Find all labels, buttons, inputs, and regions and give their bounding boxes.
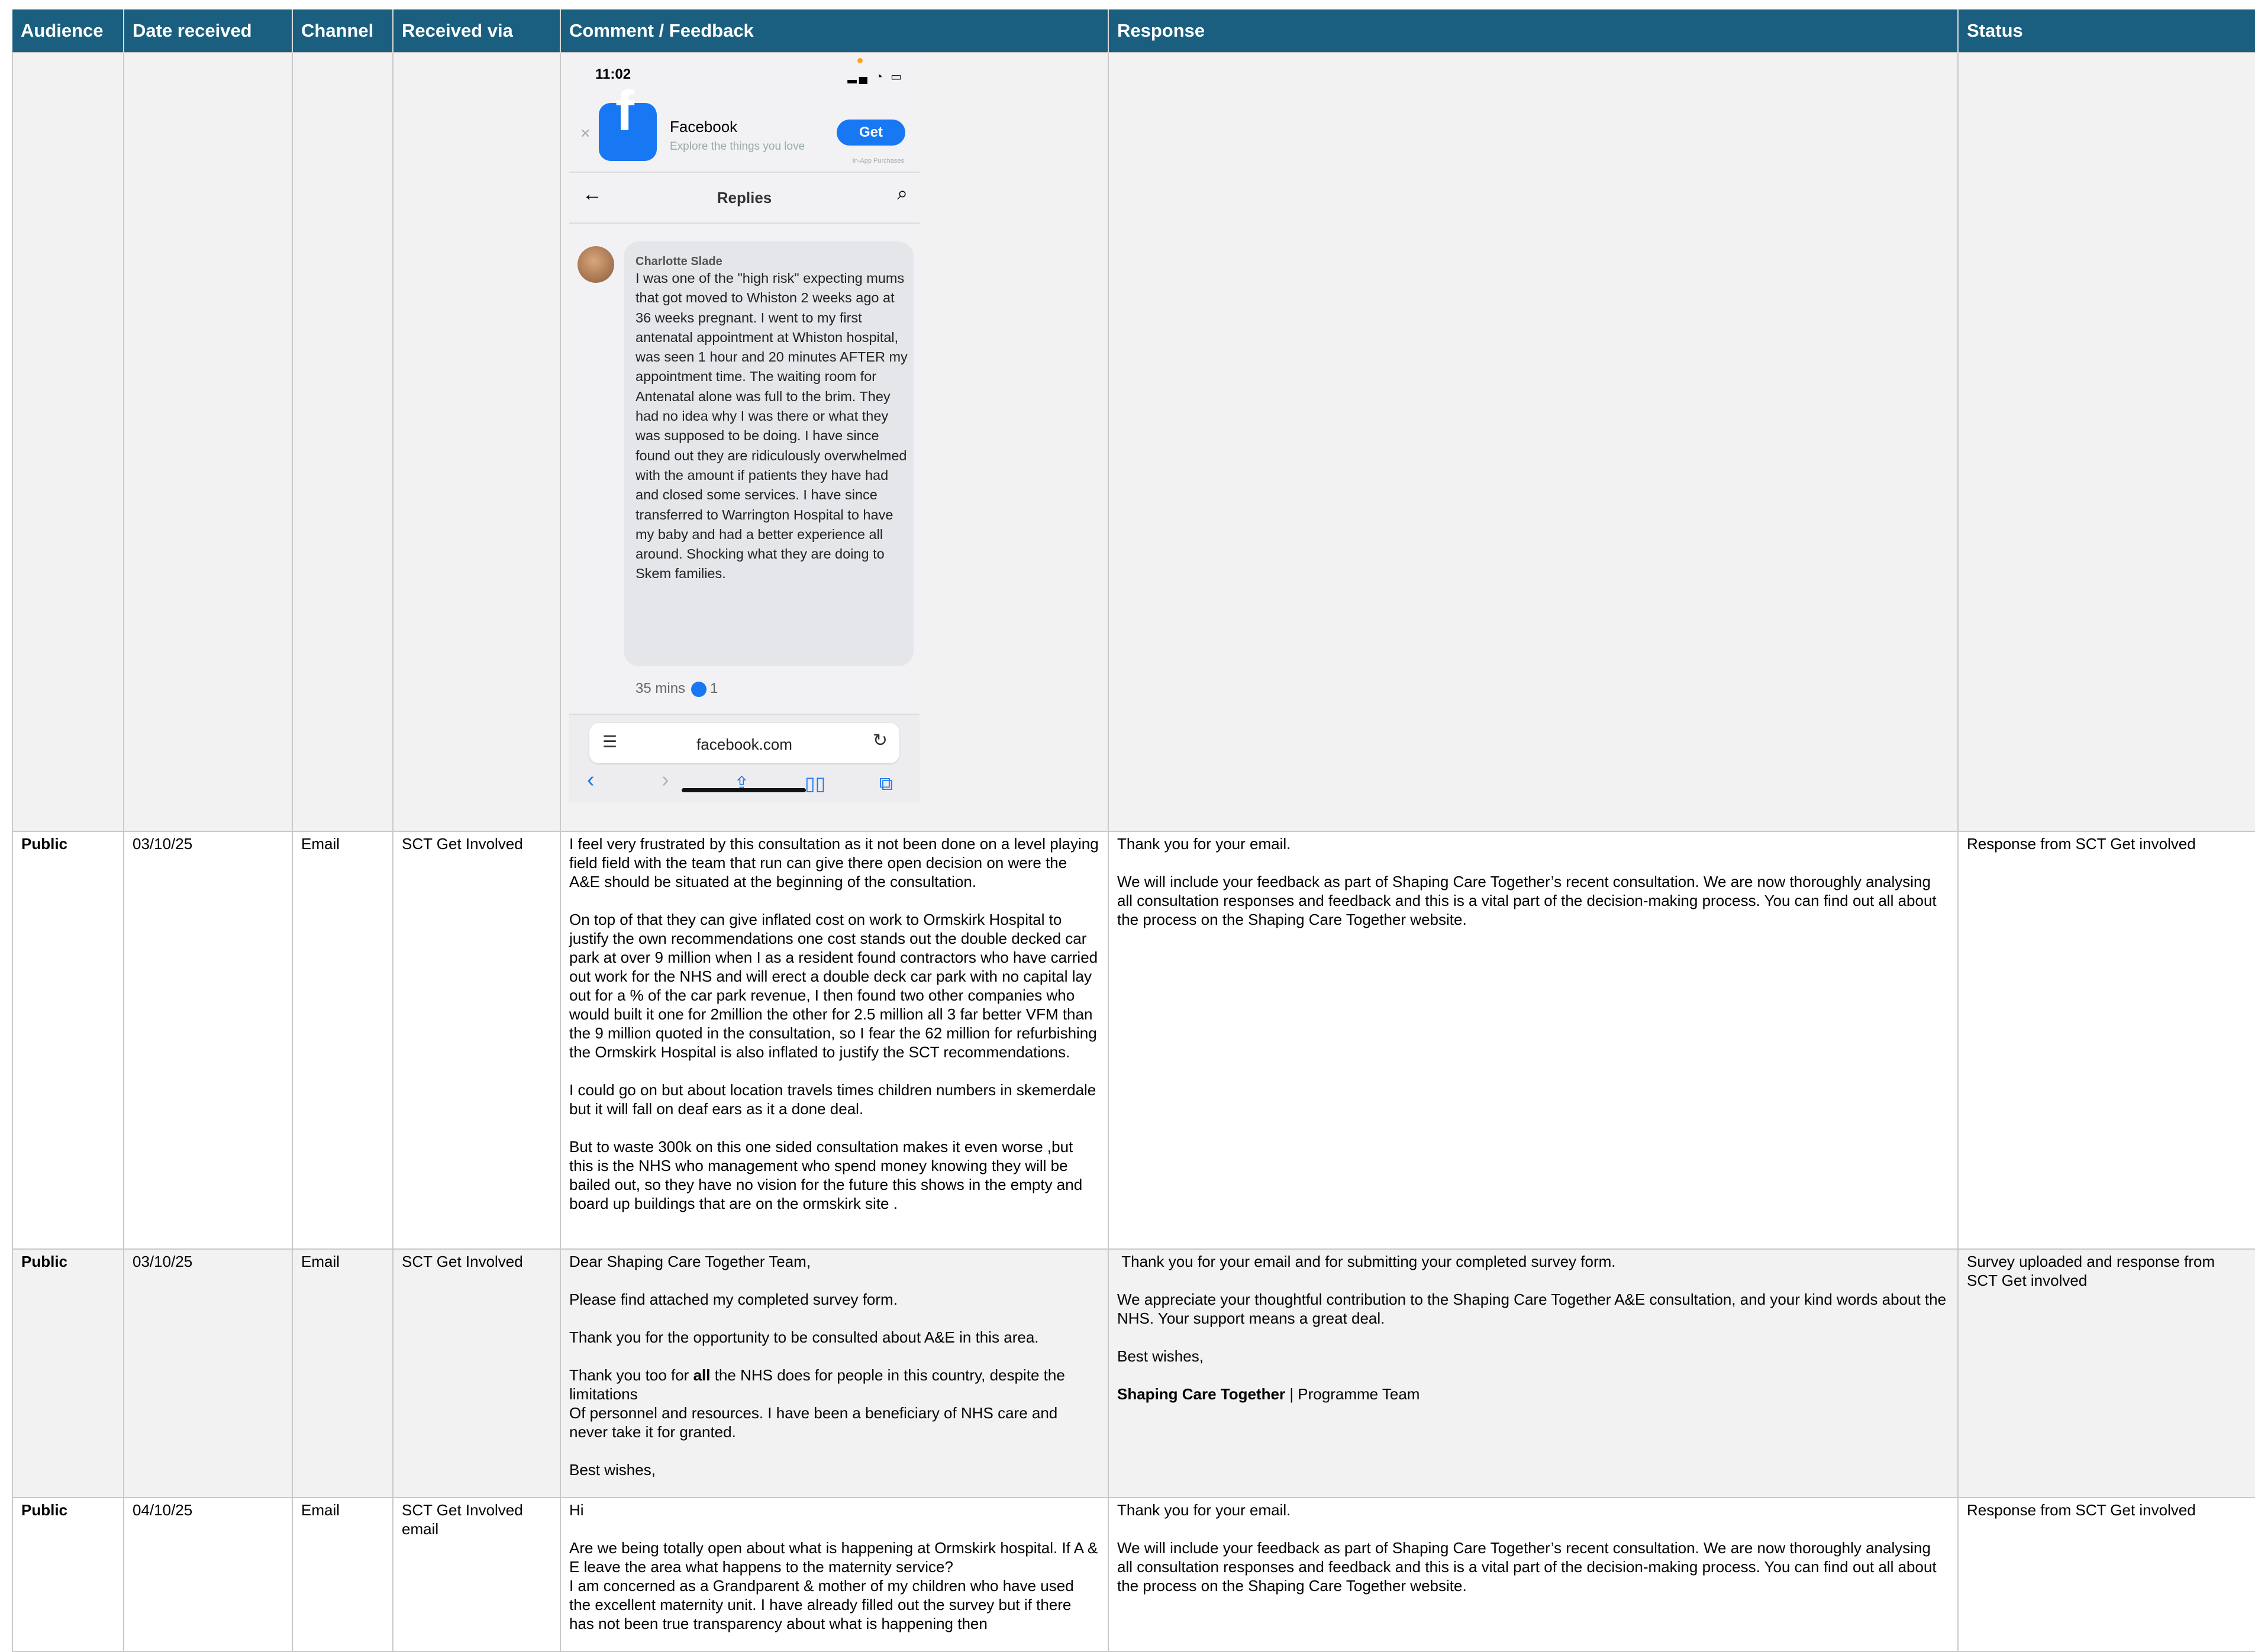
feedback-table: Audience Date received Channel Received … bbox=[12, 9, 2255, 1652]
facebook-comment-screenshot: 11:02 ▂▄ ◔ ▭ ✕ f Facebook Explore the th… bbox=[569, 54, 920, 802]
replies-nav-bar: ← Replies ⌕ bbox=[569, 172, 920, 224]
search-icon: ⌕ bbox=[897, 182, 908, 204]
like-icon bbox=[691, 681, 707, 697]
channel-cell: Email bbox=[292, 1248, 393, 1498]
channel-cell: Email bbox=[292, 1497, 393, 1652]
date-cell: 03/10/25 bbox=[123, 1248, 293, 1498]
header-status: Status bbox=[1958, 9, 2255, 53]
response-cell: Thank you for your email. We will includ… bbox=[1108, 1497, 1959, 1652]
response-cell: Thank you for your email and for submitt… bbox=[1108, 1248, 1959, 1498]
in-app-purchases-label: In-App Purchases bbox=[852, 157, 904, 164]
comment-text: I was one of the "high risk" expecting m… bbox=[635, 270, 908, 582]
facebook-logo-icon: f bbox=[599, 83, 657, 161]
tabs-icon: ⧉ bbox=[879, 773, 893, 794]
comment-paragraph: Thank you for the opportunity to be cons… bbox=[569, 1328, 1039, 1346]
received-via-cell: SCT Get Involved bbox=[392, 1248, 561, 1498]
home-indicator bbox=[682, 788, 806, 792]
comment-bubble: Charlotte Slade I was one of the "high r… bbox=[624, 241, 914, 666]
url-bar: ☰ facebook.com ↻ bbox=[589, 723, 899, 763]
comment-paragraph: I feel very frustrated by this consultat… bbox=[569, 835, 1103, 890]
like-count: 1 bbox=[710, 680, 718, 696]
app-tagline: Explore the things you love bbox=[670, 140, 805, 153]
audience-cell: Public bbox=[12, 1248, 124, 1498]
channel-cell: Email bbox=[292, 831, 393, 1250]
comment-cell: Hi Are we being totally open about what … bbox=[560, 1497, 1109, 1652]
response-paragraph: Thank you for your email. bbox=[1117, 1501, 1291, 1519]
reload-icon: ↻ bbox=[872, 731, 888, 750]
response-paragraph: Thank you for your email. bbox=[1117, 835, 1291, 853]
comment-paragraph: Hi bbox=[569, 1501, 584, 1519]
comment-cell: I feel very frustrated by this consultat… bbox=[560, 831, 1109, 1250]
response-paragraph: We will include your feedback as part of… bbox=[1117, 873, 1941, 928]
header-received-via: Received via bbox=[393, 9, 561, 53]
comment-cell: Dear Shaping Care Together Team, Please … bbox=[560, 1248, 1109, 1498]
header-date-received: Date received bbox=[124, 9, 293, 53]
comment-paragraph: I could go on but about location travels… bbox=[569, 1081, 1101, 1118]
comment-cell: 11:02 ▂▄ ◔ ▭ ✕ f Facebook Explore the th… bbox=[560, 52, 1109, 832]
date-cell: 03/10/25 bbox=[123, 831, 293, 1250]
table-row: Public 03/10/25 Email SCT Get Involved I… bbox=[12, 831, 2255, 1250]
back-icon: ‹ bbox=[587, 767, 595, 792]
get-app-button: Get bbox=[837, 120, 905, 146]
status-cell: Response from SCT Get involved bbox=[1957, 831, 2255, 1250]
app-install-banner: ✕ f Facebook Explore the things you love… bbox=[569, 83, 920, 173]
status-cell: Survey uploaded and response from SCT Ge… bbox=[1957, 1248, 2255, 1498]
table-row: Public 03/10/25 Email SCT Get Involved D… bbox=[12, 1248, 2255, 1498]
response-signature: Shaping Care Together | Programme Team bbox=[1117, 1385, 1949, 1403]
header-response: Response bbox=[1108, 9, 1959, 53]
response-cell bbox=[1108, 52, 1959, 832]
app-name: Facebook bbox=[670, 118, 738, 135]
comment-paragraph: On top of that they can give inflated co… bbox=[569, 911, 1102, 1061]
header-comment-feedback: Comment / Feedback bbox=[560, 9, 1109, 53]
response-cell: Thank you for your email. We will includ… bbox=[1108, 831, 1959, 1250]
table-row: Public 04/10/25 Email SCT Get Involved e… bbox=[12, 1497, 2255, 1652]
comment-paragraph: Thank you too for all the NHS does for p… bbox=[569, 1366, 1099, 1441]
avatar bbox=[578, 246, 614, 283]
audience-cell: Public bbox=[12, 831, 124, 1250]
audience-cell bbox=[12, 52, 124, 832]
replies-title: Replies bbox=[717, 189, 772, 206]
date-cell bbox=[123, 52, 293, 832]
forward-icon: › bbox=[662, 767, 669, 792]
response-paragraph: We will include your feedback as part of… bbox=[1117, 1539, 1941, 1595]
comment-paragraph: Are we being totally open about what is … bbox=[569, 1539, 1098, 1632]
close-icon: ✕ bbox=[580, 126, 591, 141]
received-via-cell: SCT Get Involved bbox=[392, 831, 561, 1250]
comment-paragraph: Best wishes, bbox=[569, 1461, 656, 1479]
comment-paragraph: Please find attached my completed survey… bbox=[569, 1290, 898, 1308]
comment-thanks-pre: Thank you too for bbox=[569, 1366, 693, 1384]
comment-time: 35 mins bbox=[635, 680, 686, 696]
feedback-log-sheet: Audience Date received Channel Received … bbox=[12, 9, 2255, 1652]
status-cell bbox=[1957, 52, 2255, 832]
response-paragraph: Best wishes, bbox=[1117, 1347, 1204, 1365]
url-text: facebook.com bbox=[696, 735, 792, 753]
signal-wifi-battery-icon: ▂▄ ◔ ▭ bbox=[847, 70, 904, 83]
audience-cell: Public bbox=[12, 1497, 124, 1652]
privacy-indicator-icon bbox=[857, 58, 863, 63]
header-audience: Audience bbox=[12, 9, 124, 53]
header-channel: Channel bbox=[292, 9, 393, 53]
comment-paragraph: But to waste 300k on this one sided cons… bbox=[569, 1138, 1087, 1212]
comment-thanks-bold: all bbox=[693, 1366, 711, 1384]
bookmarks-icon: ▯▯ bbox=[805, 773, 826, 794]
comment-meta: 35 mins 1 bbox=[635, 679, 718, 698]
table-row: 11:02 ▂▄ ◔ ▭ ✕ f Facebook Explore the th… bbox=[12, 52, 2255, 832]
response-paragraph: We appreciate your thoughtful contributi… bbox=[1117, 1290, 1951, 1327]
response-paragraph: Thank you for your email and for submitt… bbox=[1117, 1253, 1616, 1270]
received-via-cell: SCT Get Involved email bbox=[392, 1497, 561, 1652]
comment-paragraph: Dear Shaping Care Together Team, bbox=[569, 1253, 811, 1270]
signature-team: | Programme Team bbox=[1285, 1385, 1420, 1403]
status-cell: Response from SCT Get involved bbox=[1957, 1497, 2255, 1652]
header-row: Audience Date received Channel Received … bbox=[12, 9, 2255, 53]
channel-cell bbox=[292, 52, 393, 832]
signature-name: Shaping Care Together bbox=[1117, 1385, 1286, 1403]
received-via-cell bbox=[392, 52, 561, 832]
date-cell: 04/10/25 bbox=[123, 1497, 293, 1652]
